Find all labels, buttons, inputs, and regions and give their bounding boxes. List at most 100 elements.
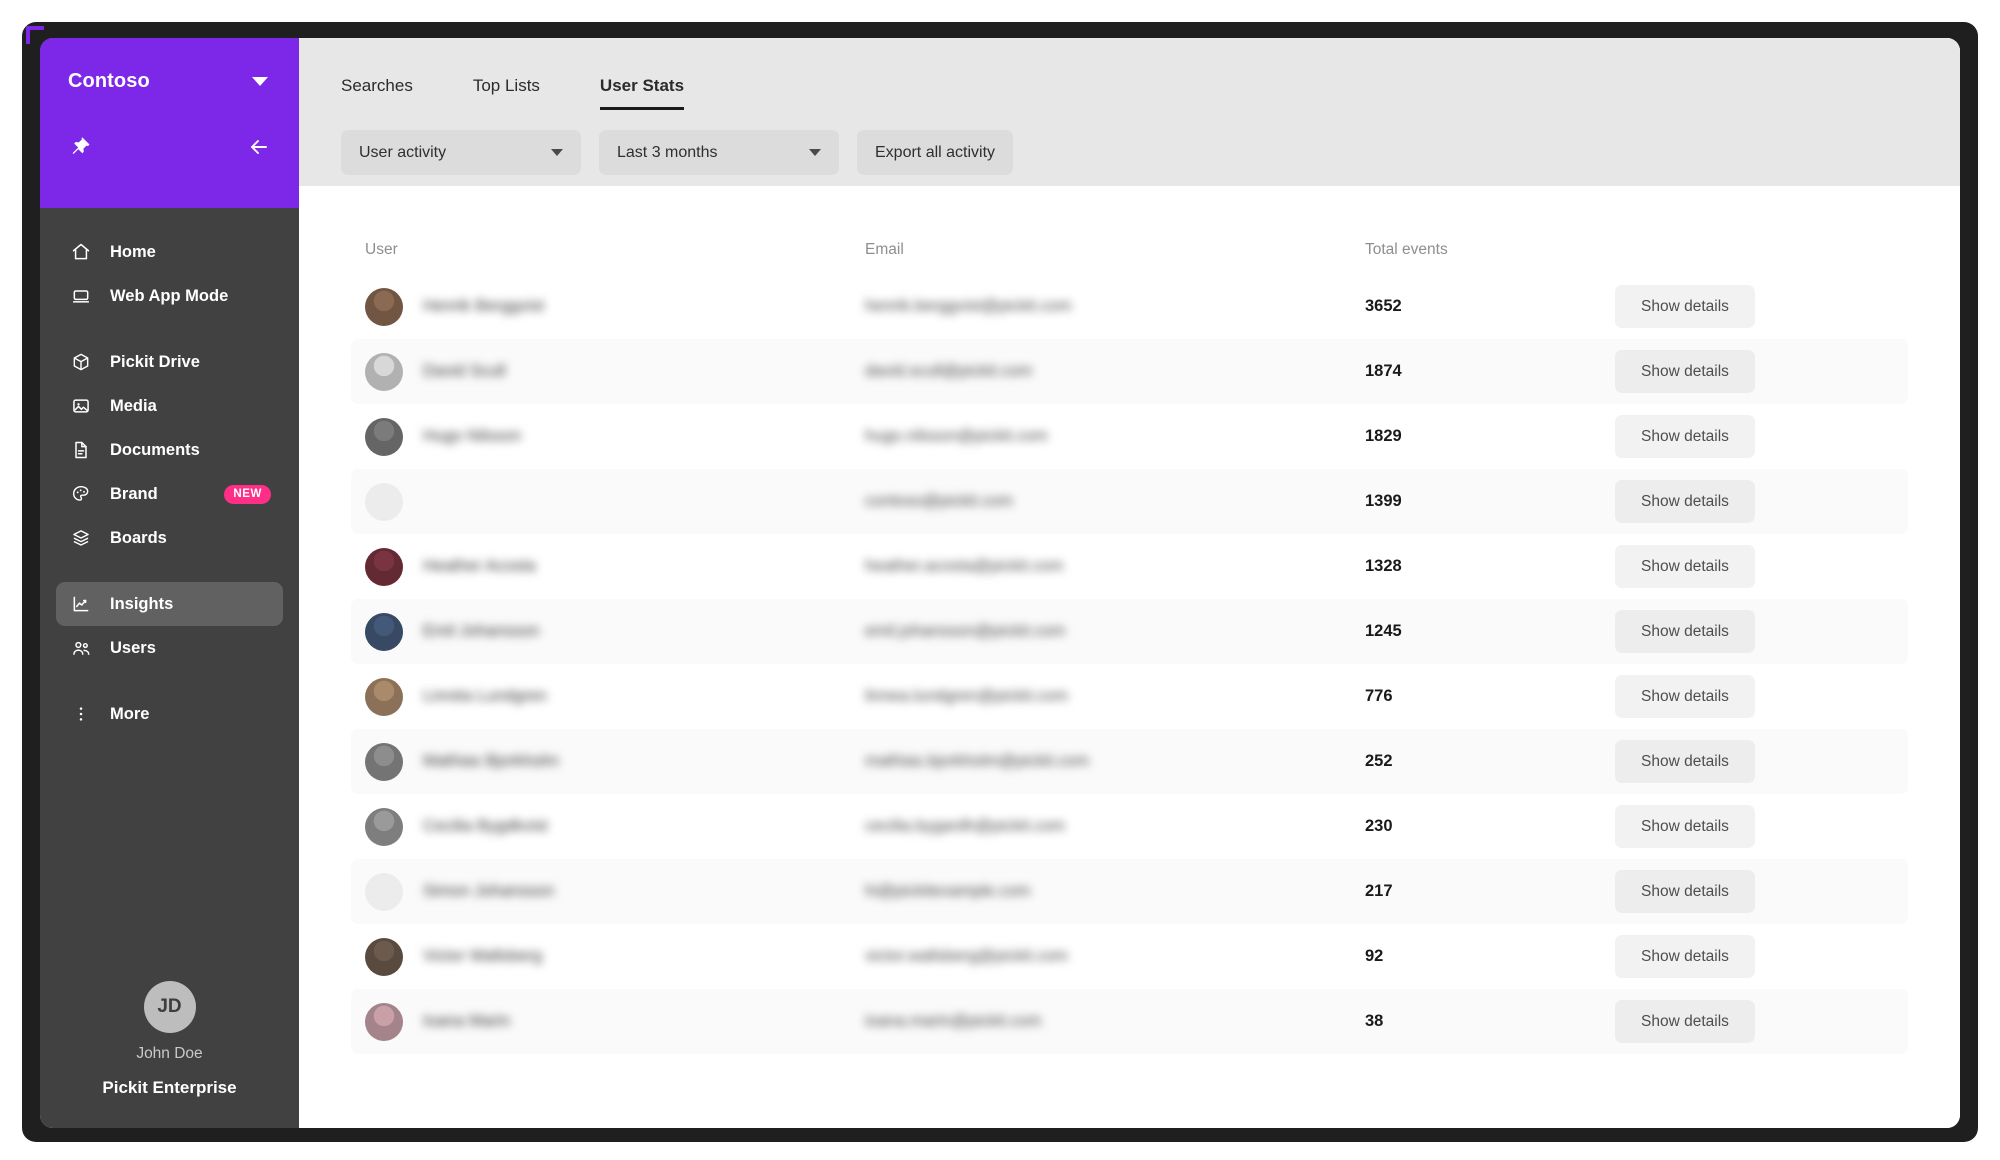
org-switcher[interactable]: Contoso xyxy=(68,70,271,93)
user-email: contoso@pickit.com xyxy=(865,492,1013,510)
show-details-button[interactable]: Show details xyxy=(1615,545,1755,588)
show-details-button[interactable]: Show details xyxy=(1615,675,1755,718)
cell-email: hi@pickitexample.com xyxy=(865,882,1365,901)
table-row[interactable]: Heather Acosta heather.acosta@pickit.com 1… xyxy=(351,534,1908,599)
sidebar: Contoso Home Web App Mode Pickit Drive M… xyxy=(40,38,299,1128)
cell-total-events: 776 xyxy=(1365,687,1393,705)
table-row[interactable]: Emil Johansson emil.johansson@pickit.com 1… xyxy=(351,599,1908,664)
sidebar-item-more[interactable]: More xyxy=(56,692,283,736)
chart-line-icon xyxy=(70,593,92,615)
document-icon xyxy=(70,439,92,461)
cell-total-events: 252 xyxy=(1365,752,1393,770)
table-row[interactable]: contoso@pickit.com 1399 Show details xyxy=(351,469,1908,534)
table-row[interactable]: Mathias Bjorkholm mathias.bjorkholm@picki… xyxy=(351,729,1908,794)
avatar xyxy=(365,547,403,586)
org-header: Contoso xyxy=(40,38,299,208)
table-row[interactable]: Simon Johansson hi@pickitexample.com 217 Sh… xyxy=(351,859,1908,924)
cell-total-events: 1328 xyxy=(1365,557,1402,575)
table-row[interactable]: Victor Wallsberg victor.wallsberg@pickit.… xyxy=(351,924,1908,989)
arrow-left-icon[interactable] xyxy=(247,135,271,159)
cube-icon xyxy=(70,351,92,373)
window-corner-marker xyxy=(26,26,44,44)
tab-user-stats[interactable]: User Stats xyxy=(599,76,685,110)
export-all-activity-button[interactable]: Export all activity xyxy=(857,130,1014,175)
avatar xyxy=(365,937,403,976)
show-details-button[interactable]: Show details xyxy=(1615,740,1755,783)
sidebar-item-documents[interactable]: Documents xyxy=(56,428,283,472)
period-select[interactable]: Last 3 months xyxy=(599,130,839,175)
cell-email: cecilia.bygardh@pickit.com xyxy=(865,817,1365,836)
column-header-total-events: Total events xyxy=(1365,241,1448,258)
avatar xyxy=(365,807,403,846)
sidebar-item-boards[interactable]: Boards xyxy=(56,516,283,560)
user-name: Mathias Bjorkholm xyxy=(423,752,559,770)
sidebar-item-pickit-drive[interactable]: Pickit Drive xyxy=(56,340,283,384)
cell-email: heather.acosta@pickit.com xyxy=(865,557,1365,576)
user-email: david.scull@pickit.com xyxy=(865,362,1033,380)
show-details-button[interactable]: Show details xyxy=(1615,610,1755,653)
tab-top-lists[interactable]: Top Lists xyxy=(473,76,540,110)
user-name: Henrik Berggvist xyxy=(423,297,545,315)
table-row[interactable]: Ioana Marin ioana.marin@pickit.com 38 Show … xyxy=(351,989,1908,1054)
cell-user: Cecilia Bygdkvist xyxy=(365,807,865,846)
sidebar-item-media[interactable]: Media xyxy=(56,384,283,428)
table-header-row: User Email Total events xyxy=(351,226,1908,274)
cell-total-events: 217 xyxy=(1365,882,1393,900)
sidebar-item-insights[interactable]: Insights xyxy=(56,582,283,626)
sidebar-item-web-app-mode[interactable]: Web App Mode xyxy=(56,274,283,318)
palette-icon xyxy=(70,483,92,505)
avatar xyxy=(365,677,403,716)
chevron-down-icon xyxy=(809,149,821,156)
show-details-button[interactable]: Show details xyxy=(1615,480,1755,523)
table-row[interactable]: Henrik Berggvist henrik.berggvist@pickit.… xyxy=(351,274,1908,339)
sidebar-item-label: Home xyxy=(110,242,156,261)
main-content: Searches Top Lists User Stats User activ… xyxy=(299,38,1960,1128)
cell-actions: Show details xyxy=(1615,610,1894,653)
cell-actions: Show details xyxy=(1615,545,1894,588)
user-name: Ioana Marin xyxy=(423,1012,511,1030)
nav-separator xyxy=(40,318,299,340)
home-icon xyxy=(70,241,92,263)
user-email: hi@pickitexample.com xyxy=(865,882,1031,900)
show-details-button[interactable]: Show details xyxy=(1615,935,1755,978)
show-details-button[interactable]: Show details xyxy=(1615,805,1755,848)
cell-user: Henrik Berggvist xyxy=(365,287,865,326)
filter-bar: User activity Last 3 months Export all a… xyxy=(341,110,1960,175)
app-shell: Contoso Home Web App Mode Pickit Drive M… xyxy=(40,38,1960,1128)
profile-section[interactable]: JD John Doe Pickit Enterprise xyxy=(40,981,299,1128)
avatar-placeholder xyxy=(365,482,403,521)
table-row[interactable]: Linnéa Lundgren linnea.lundgren@pickit.co… xyxy=(351,664,1908,729)
chevron-down-icon[interactable] xyxy=(252,77,268,86)
table-row[interactable]: Cecilia Bygdkvist cecilia.bygardh@pickit.… xyxy=(351,794,1908,859)
cell-email: victor.wallsberg@pickit.com xyxy=(865,947,1365,966)
avatar: JD xyxy=(143,981,196,1033)
sidebar-item-label: Documents xyxy=(110,440,200,459)
pin-icon[interactable] xyxy=(68,135,92,159)
profile-plan: Pickit Enterprise xyxy=(102,1078,237,1097)
tab-searches[interactable]: Searches xyxy=(341,76,413,110)
metric-select[interactable]: User activity xyxy=(341,130,581,175)
show-details-button[interactable]: Show details xyxy=(1615,415,1755,458)
sidebar-item-home[interactable]: Home xyxy=(56,230,283,274)
sidebar-item-users[interactable]: Users xyxy=(56,626,283,670)
show-details-button[interactable]: Show details xyxy=(1615,350,1755,393)
table-row[interactable]: Hugo Nilsson hugo.nilsson@pickit.com 1829 S… xyxy=(351,404,1908,469)
cell-actions: Show details xyxy=(1615,285,1894,328)
org-name: Contoso xyxy=(68,70,150,92)
user-email: ioana.marin@pickit.com xyxy=(865,1012,1042,1030)
show-details-button[interactable]: Show details xyxy=(1615,285,1755,328)
user-stats-table: User Email Total events Henrik Berggvist… xyxy=(299,186,1960,1054)
cell-total-events: 38 xyxy=(1365,1012,1384,1030)
user-email: hugo.nilsson@pickit.com xyxy=(865,427,1048,445)
table-row[interactable]: David Scull david.scull@pickit.com 1874 Sho… xyxy=(351,339,1908,404)
user-name: Linnéa Lundgren xyxy=(423,687,547,705)
sidebar-item-brand[interactable]: Brand NEW xyxy=(56,472,283,516)
avatar xyxy=(365,287,403,326)
user-name: Cecilia Bygdkvist xyxy=(423,817,548,835)
show-details-button[interactable]: Show details xyxy=(1615,1000,1755,1043)
cell-user: Linnéa Lundgren xyxy=(365,677,865,716)
cell-actions: Show details xyxy=(1615,805,1894,848)
cell-user: Mathias Bjorkholm xyxy=(365,742,865,781)
show-details-button[interactable]: Show details xyxy=(1615,870,1755,913)
image-icon xyxy=(70,395,92,417)
